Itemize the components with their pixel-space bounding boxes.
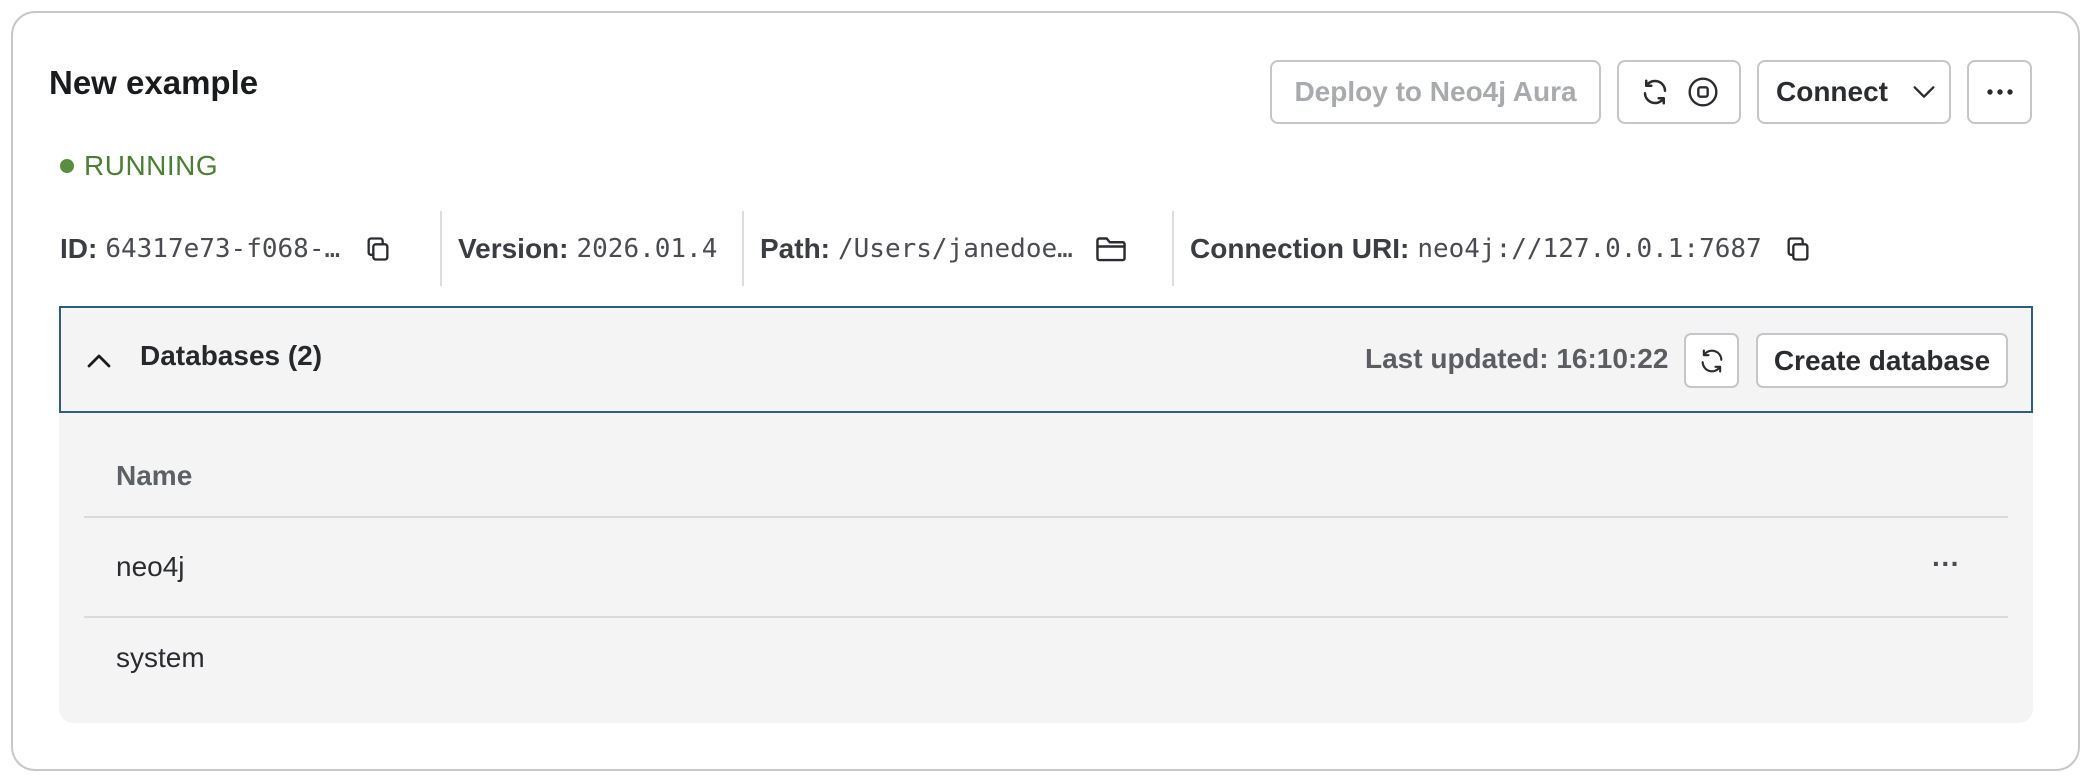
deploy-label: Deploy to Neo4j Aura: [1294, 76, 1577, 107]
id-label: ID:: [60, 233, 98, 264]
version-label: Version:: [458, 233, 569, 264]
info-divider: [742, 211, 744, 286]
deploy-to-aura-button[interactable]: Deploy to Neo4j Aura: [1270, 60, 1601, 124]
copy-icon[interactable]: [1784, 235, 1812, 263]
create-database-label: Create database: [1773, 344, 1991, 376]
more-actions-button[interactable]: [1967, 60, 2032, 124]
id-field: ID: 64317e73-f068-…: [60, 213, 392, 285]
path-value: /Users/janedoe…: [838, 234, 1073, 264]
path-field: Path: /Users/janedoe…: [760, 213, 1127, 285]
path-label: Path:: [760, 233, 830, 264]
connection-uri-field: Connection URI: neo4j://127.0.0.1:7687: [1190, 213, 1812, 285]
more-icon: [1986, 88, 2014, 96]
info-divider: [440, 211, 442, 286]
chevron-down-icon: [1910, 78, 1938, 106]
refresh-icon[interactable]: [1640, 77, 1670, 107]
column-header-name: Name: [116, 460, 193, 491]
databases-title: Databases (2): [140, 340, 323, 371]
table-row[interactable]: [84, 618, 2008, 702]
database-name-cell: system: [116, 642, 205, 673]
last-updated-text: Last updated: 16:10:22: [1365, 343, 1669, 374]
instance-title: New example: [49, 64, 259, 101]
connect-dropdown[interactable]: Connect: [1757, 60, 1951, 124]
chevron-up-icon[interactable]: [84, 346, 114, 376]
open-folder-icon[interactable]: [1095, 235, 1127, 263]
row-menu-button[interactable]: ···: [1932, 548, 1960, 580]
database-name-cell: neo4j: [116, 551, 185, 582]
info-divider: [1172, 211, 1174, 286]
copy-icon[interactable]: [364, 235, 392, 263]
status-dot-icon: [60, 159, 74, 173]
instance-controls-group: [1617, 60, 1741, 124]
stop-icon[interactable]: [1687, 76, 1719, 108]
status-badge: RUNNING: [60, 150, 218, 182]
version-field: Version: 2026.01.4: [458, 213, 717, 285]
create-database-button[interactable]: Create database: [1756, 333, 2008, 388]
status-text: RUNNING: [84, 150, 219, 181]
connection-uri-value: neo4j://127.0.0.1:7687: [1417, 234, 1762, 264]
version-value: 2026.01.4: [576, 234, 718, 264]
connection-uri-label: Connection URI:: [1190, 233, 1410, 264]
id-value: 64317e73-f068-…: [105, 234, 341, 264]
refresh-databases-button[interactable]: [1684, 333, 1739, 388]
table-row[interactable]: [84, 518, 2008, 616]
connect-label: Connect: [1776, 76, 1888, 107]
refresh-icon: [1698, 347, 1726, 375]
